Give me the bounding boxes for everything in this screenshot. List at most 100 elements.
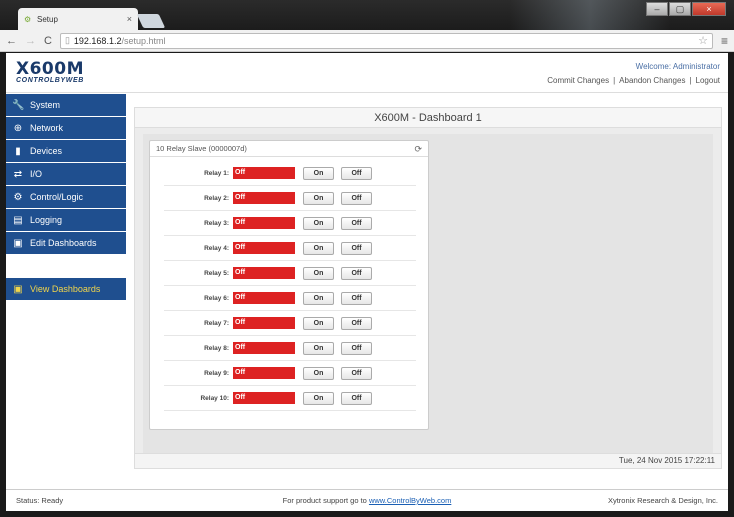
relay-widget: 10 Relay Slave (0000007d) ⟳ Relay 1: Off O… [149,140,429,430]
address-bar[interactable]: ▯ 192.168.1.2 /setup.html ☆ [59,32,713,49]
relay-label: Relay 4: [204,244,229,252]
sidebar-item-label: I/O [30,169,43,179]
tab-title: Setup [37,14,58,24]
relay-state-indicator: Off [233,242,295,254]
relay-off-button[interactable]: Off [341,366,372,380]
relay-row: Relay 5: Off On Off [164,261,416,286]
dashboard-panel: X600M - Dashboard 1 10 Relay Slave (0000… [134,107,722,469]
forward-icon[interactable]: → [25,35,36,47]
logo-main: X600M [16,59,85,79]
sidebar-item-label: Network [30,123,64,133]
sidebar-item-io[interactable]: ⇄ I/O [6,163,126,186]
logout-link[interactable]: Logout [696,76,720,85]
relay-off-button[interactable]: Off [341,216,372,230]
relay-on-button[interactable]: On [303,241,334,255]
relay-state-indicator: Off [233,317,295,329]
sidebar-item-label: Control/Logic [30,192,84,202]
relay-off-button[interactable]: Off [341,266,372,280]
relay-state-indicator: Off [233,217,295,229]
relay-off-button[interactable]: Off [341,341,372,355]
relay-row: Relay 10: Off On Off [164,386,416,411]
support-link[interactable]: www.ControlByWeb.com [369,496,451,505]
relay-label: Relay 9: [204,369,229,377]
relay-state-indicator: Off [233,167,295,179]
relay-off-button[interactable]: Off [341,291,372,305]
relay-row: Relay 1: Off On Off [164,161,416,186]
relay-off-button[interactable]: Off [341,166,372,180]
relay-on-button[interactable]: On [303,191,334,205]
relay-label: Relay 2: [204,194,229,202]
sidebar-item-system[interactable]: 🔧 System [6,94,126,117]
new-tab-button[interactable] [136,14,166,28]
minimize-button[interactable]: – [646,2,668,16]
url-path: /setup.html [121,35,166,46]
relay-label: Relay 6: [204,294,229,302]
sidebar-item-label: View Dashboards [30,284,101,294]
page-header: X600M CONTROLBYWEB Welcome: Administrato… [6,53,728,93]
relay-label: Relay 3: [204,219,229,227]
relay-label: Relay 5: [204,269,229,277]
relay-on-button[interactable]: On [303,266,334,280]
separator: | [613,76,616,85]
relay-state-indicator: Off [233,267,295,279]
wrench-icon: 🔧 [12,99,25,111]
sidebar-item-control-logic[interactable]: ⚙ Control/Logic [6,186,126,209]
tab-close-icon[interactable]: × [127,14,132,24]
relay-row: Relay 4: Off On Off [164,236,416,261]
relay-row: Relay 2: Off On Off [164,186,416,211]
relay-row: Relay 3: Off On Off [164,211,416,236]
sidebar-item-logging[interactable]: ▤ Logging [6,209,126,232]
page-icon: ▯ [64,35,70,45]
browser-titlebar: ⚙ Setup × – ▢ × [0,0,734,30]
relay-on-button[interactable]: On [303,391,334,405]
company-name: Xytronix Research & Design, Inc. [607,496,718,505]
sidebar: 🔧 System ⊕ Network ▮ Devices ⇄ I/O ⚙ Con… [6,94,126,488]
abandon-changes-link[interactable]: Abandon Changes [619,76,685,85]
support-label: For product support go to [282,496,367,505]
relay-row: Relay 8: Off On Off [164,336,416,361]
relay-state-indicator: Off [233,292,295,304]
browser-menu-icon[interactable]: ≡ [721,34,728,48]
relay-off-button[interactable]: Off [341,191,372,205]
separator: | [689,76,692,85]
relay-off-button[interactable]: Off [341,391,372,405]
close-window-button[interactable]: × [692,2,726,16]
sidebar-item-label: Logging [30,215,63,225]
sidebar-item-edit-dashboards[interactable]: ▣ Edit Dashboards [6,232,126,255]
sidebar-item-network[interactable]: ⊕ Network [6,117,126,140]
maximize-button[interactable]: ▢ [669,2,691,16]
back-icon[interactable]: ← [6,35,17,47]
relay-on-button[interactable]: On [303,366,334,380]
relay-on-button[interactable]: On [303,166,334,180]
window-controls: – ▢ × [646,2,726,16]
refresh-icon[interactable]: ⟳ [414,141,422,156]
relay-row: Relay 7: Off On Off [164,311,416,336]
relay-on-button[interactable]: On [303,291,334,305]
logo-sub: CONTROLBYWEB [16,77,84,84]
relay-on-button[interactable]: On [303,341,334,355]
bookmark-star-icon[interactable]: ☆ [698,34,708,47]
relay-on-button[interactable]: On [303,216,334,230]
relay-row: Relay 9: Off On Off [164,361,416,386]
sidebar-item-devices[interactable]: ▮ Devices [6,140,126,163]
relay-off-button[interactable]: Off [341,241,372,255]
relay-off-button[interactable]: Off [341,316,372,330]
support-text: For product support go to www.ControlByW… [216,496,518,505]
datetime-bar: Tue, 24 Nov 2015 17:22:11 [134,453,722,469]
commit-changes-link[interactable]: Commit Changes [547,76,609,85]
browser-toolbar: ← → C ▯ 192.168.1.2 /setup.html ☆ ≡ [0,30,734,52]
dashboard-icon: ▣ [13,283,23,295]
log-icon: ▤ [13,214,23,226]
header-links: Commit Changes | Abandon Changes | Logou… [547,76,720,85]
sidebar-item-label: Edit Dashboards [30,238,97,248]
relay-on-button[interactable]: On [303,316,334,330]
browser-tab[interactable]: ⚙ Setup × [18,8,138,30]
sidebar-item-label: Devices [30,146,63,156]
page-title: X600M - Dashboard 1 [135,108,721,128]
reload-icon[interactable]: C [44,35,52,47]
web-page: X600M CONTROLBYWEB Welcome: Administrato… [6,53,728,511]
sidebar-item-view-dashboards[interactable]: ▣ View Dashboards [6,278,126,301]
dashboard-icon: ▣ [13,237,23,249]
relay-label: Relay 7: [204,319,229,327]
